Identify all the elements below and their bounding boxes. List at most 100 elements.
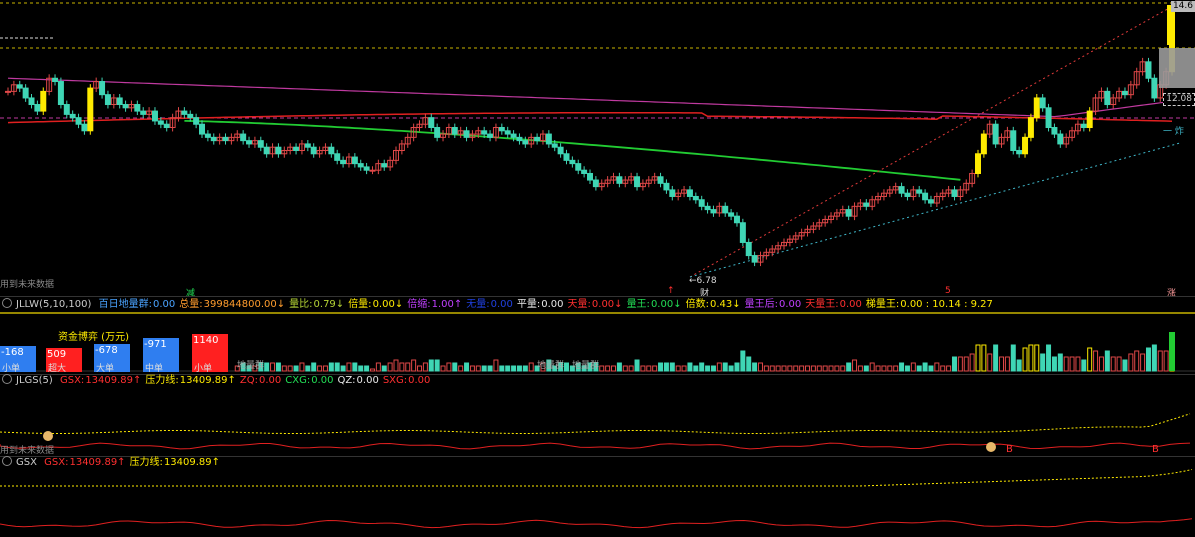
volume-bar <box>275 362 281 372</box>
volume-bar <box>1157 350 1163 372</box>
dlq-mark-3: 地量群 <box>572 361 600 371</box>
volume-bar <box>369 368 375 372</box>
dlq-mark-1: 地量群 <box>237 361 265 371</box>
candle-body <box>199 123 205 135</box>
volume-bar <box>634 359 640 372</box>
volume-bar <box>328 362 334 372</box>
volume-bar <box>734 362 740 372</box>
volume-bar <box>857 365 863 372</box>
volume-bar <box>693 365 699 372</box>
candle-body <box>498 127 505 132</box>
jllw-pane[interactable]: JLLW(5,10,100) 百日地量群:0.00 总量:399844800.00… <box>0 298 1195 374</box>
candle-body <box>1010 130 1017 151</box>
volume-bar <box>1016 359 1022 372</box>
jlgs-watermark: 用到未来数据 <box>0 446 55 456</box>
volume-bar <box>681 365 687 372</box>
volume-bar <box>1004 356 1010 372</box>
volume-bar <box>1063 356 1069 372</box>
volume-bar <box>1075 356 1081 372</box>
gsx-pressure-line <box>0 469 1193 487</box>
volume-bar <box>287 365 293 372</box>
candle-body <box>745 241 752 257</box>
candle-body <box>692 195 699 201</box>
candle-body <box>363 166 370 171</box>
volume-bar <box>640 365 646 372</box>
volume-bar <box>599 365 605 372</box>
volume-bar <box>1028 344 1034 372</box>
volume-bar <box>710 365 716 372</box>
candle-body <box>63 104 70 115</box>
price-chart-pane[interactable]: 14.6 12.08 一 炸 ←6.78 用到未来数据 减 ↑ 财 5 涨 <box>0 0 1195 299</box>
volume-bar <box>1134 350 1140 372</box>
volume-bar <box>669 362 675 372</box>
volume-bar <box>628 365 634 372</box>
volume-bar <box>716 362 722 372</box>
volume-bar <box>1098 356 1104 372</box>
candle-body <box>739 222 746 243</box>
price-right-box: 12.08 <box>1163 93 1195 106</box>
volume-bar <box>452 362 458 372</box>
volume-bar <box>852 359 858 372</box>
candle-body <box>587 172 593 181</box>
volume-bar <box>705 365 711 372</box>
volume-bar <box>834 365 840 372</box>
candle-body <box>510 133 517 138</box>
volume-bar <box>940 365 946 372</box>
volume-bar <box>605 365 611 372</box>
right-note: 一 炸 <box>1163 127 1184 137</box>
volume-bar <box>1040 353 1046 372</box>
candle-body <box>163 123 170 129</box>
volume-bar <box>493 359 499 372</box>
volume-bar <box>393 359 399 372</box>
flow-box-large: -678 大单 <box>94 344 130 374</box>
candle-body <box>904 192 911 197</box>
candle-body <box>722 205 729 214</box>
volume-bar <box>769 365 775 372</box>
jlgs-pane[interactable]: JLGS(5) GSX:13409.89↑ 压力线:13409.89↑ ZQ:0.0… <box>0 374 1195 456</box>
candle-body <box>992 123 999 145</box>
candle-body <box>657 176 664 184</box>
volume-bar <box>1110 356 1116 372</box>
candle-body <box>704 205 711 211</box>
volume-bar <box>828 365 834 372</box>
volume-bar <box>763 365 769 372</box>
flow-box-small-2: 1140 小单 <box>192 334 228 374</box>
candle-body <box>222 136 229 142</box>
candle-body <box>581 169 588 174</box>
candle-body <box>52 77 59 83</box>
candle-body <box>310 146 317 155</box>
volume-bar <box>1093 350 1099 372</box>
volume-bar <box>969 353 975 372</box>
volume-bar <box>499 365 505 372</box>
candle-body <box>898 186 905 194</box>
volume-bar <box>934 362 940 372</box>
buy-mark-1: B <box>1006 444 1013 455</box>
volume-bar <box>387 362 393 372</box>
candle-body <box>922 192 929 201</box>
low-price-label: ←6.78 <box>689 276 717 286</box>
gsx-pane[interactable]: GSX GSX:13409.89↑ 压力线:13409.89↑ <box>0 456 1195 537</box>
bottom-mark-4: 5 <box>945 286 951 296</box>
candle-body <box>710 209 717 214</box>
volume-bar <box>364 365 370 372</box>
volume-bar <box>946 365 952 372</box>
candle-body <box>916 189 923 194</box>
candle-body <box>686 189 693 197</box>
candle-body <box>328 146 335 155</box>
volume-bar <box>963 356 969 372</box>
candle-body <box>304 143 311 148</box>
candle-body <box>522 140 529 145</box>
candle-body <box>351 156 358 165</box>
volume-bar <box>875 365 881 372</box>
candle-body <box>975 153 981 174</box>
candle-body <box>240 133 247 142</box>
volume-bar <box>270 362 276 372</box>
volume-bar <box>305 365 311 372</box>
volume-bar <box>411 359 417 372</box>
volume-bar <box>840 365 846 372</box>
candle-body <box>557 146 564 155</box>
volume-bar <box>810 365 816 372</box>
candle-body <box>551 143 558 148</box>
candle-body <box>669 189 676 197</box>
volume-bar <box>687 362 693 372</box>
